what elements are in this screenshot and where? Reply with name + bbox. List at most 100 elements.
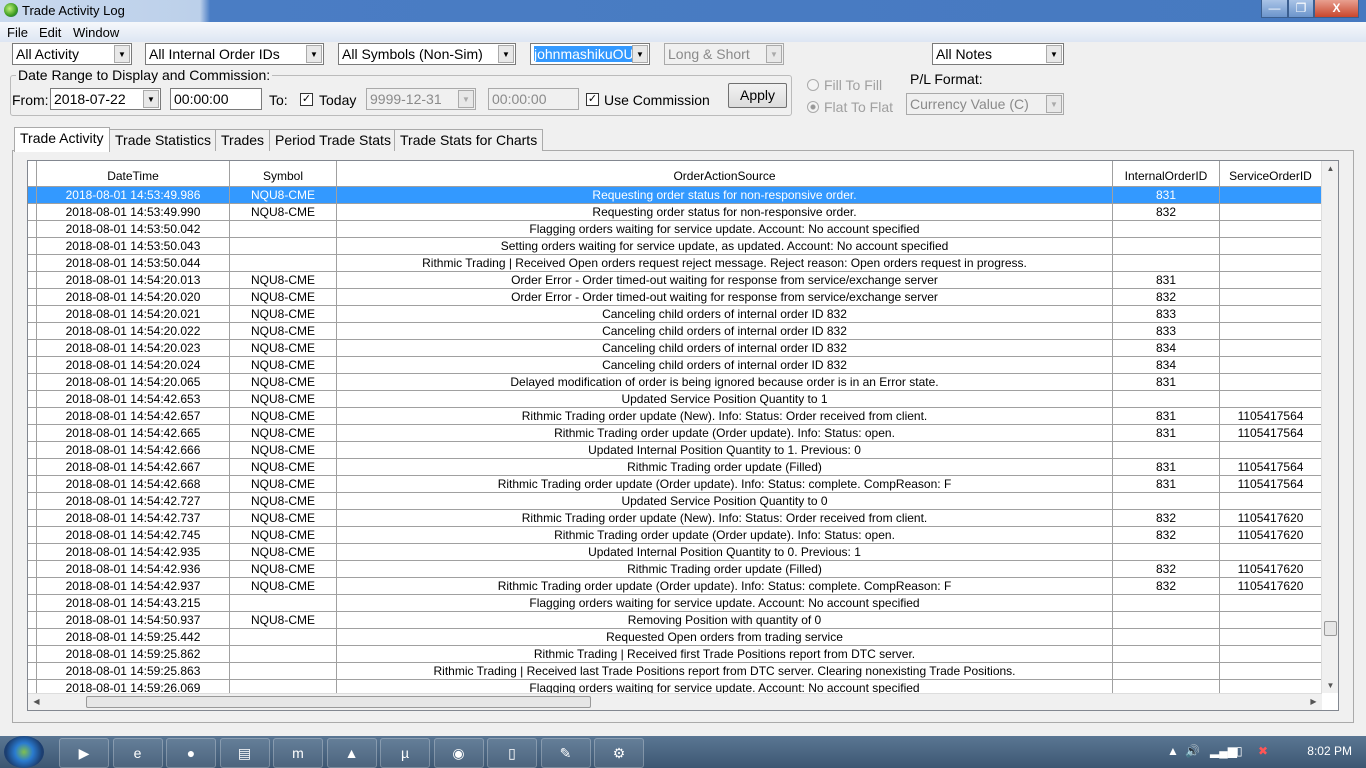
table-row[interactable]: 2018-08-01 14:54:20.024 NQU8-CME Canceling… <box>28 357 1322 374</box>
tab-trade-statistics[interactable]: Trade Statistics <box>109 129 217 151</box>
table-row[interactable]: 2018-08-01 14:54:20.013 NQU8-CME Order Err… <box>28 272 1322 289</box>
table-row[interactable]: 2018-08-01 14:53:50.043 Setting orders wa… <box>28 238 1322 255</box>
row-header[interactable] <box>28 408 37 425</box>
row-header[interactable] <box>28 459 37 476</box>
table-row[interactable]: 2018-08-01 14:59:25.862 Rithmic Trading |… <box>28 646 1322 663</box>
volume-icon[interactable]: 🔊 <box>1185 744 1200 758</box>
vertical-scrollbar[interactable]: ▲ ▼ <box>1321 161 1338 693</box>
tab-trades[interactable]: Trades <box>215 129 271 151</box>
clock[interactable]: 8:02 PM <box>1307 744 1352 758</box>
show-hidden-icons-icon[interactable]: ▲ <box>1167 744 1179 758</box>
table-row[interactable]: 2018-08-01 14:54:42.935 NQU8-CME Updated I… <box>28 544 1322 561</box>
row-header[interactable] <box>28 629 37 646</box>
row-header[interactable] <box>28 527 37 544</box>
fill-to-fill-radio[interactable] <box>807 79 819 91</box>
taskbar-vlc-icon[interactable]: ▲ <box>326 738 377 768</box>
table-row[interactable]: 2018-08-01 14:54:42.727 NQU8-CME Updated S… <box>28 493 1322 510</box>
start-button[interactable] <box>4 736 44 768</box>
flat-to-flat-radio[interactable] <box>807 101 819 113</box>
table-row[interactable]: 2018-08-01 14:54:43.215 Flagging orders w… <box>28 595 1322 612</box>
column-header-order-action-source[interactable]: OrderActionSource <box>337 161 1113 187</box>
taskbar-sierra-chart-icon[interactable]: ● <box>166 738 216 768</box>
column-header-internal-order-id[interactable]: InternalOrderID <box>1113 161 1220 187</box>
row-header[interactable] <box>28 510 37 527</box>
row-header[interactable] <box>28 476 37 493</box>
minimize-button[interactable]: — <box>1261 0 1288 18</box>
row-header[interactable] <box>28 391 37 408</box>
taskbar-notepad-icon[interactable]: ▯ <box>487 738 537 768</box>
table-row[interactable]: 2018-08-01 14:54:42.665 NQU8-CME Rithmic T… <box>28 425 1322 442</box>
table-row[interactable]: 2018-08-01 14:54:42.737 NQU8-CME Rithmic T… <box>28 510 1322 527</box>
symbol-filter-select[interactable]: All Symbols (Non-Sim) ▼ <box>338 43 516 65</box>
table-row[interactable]: 2018-08-01 14:54:20.023 NQU8-CME Canceling… <box>28 340 1322 357</box>
side-filter-select[interactable]: Long & Short ▼ <box>664 43 784 65</box>
menu-window[interactable]: Window <box>73 25 119 40</box>
row-header[interactable] <box>28 442 37 459</box>
table-row[interactable]: 2018-08-01 14:59:25.863 Rithmic Trading |… <box>28 663 1322 680</box>
taskbar-chrome-icon[interactable]: ◉ <box>433 738 484 768</box>
vertical-scroll-thumb[interactable] <box>1324 621 1337 636</box>
row-header[interactable] <box>28 187 37 204</box>
table-row[interactable]: 2018-08-01 14:54:42.668 NQU8-CME Rithmic T… <box>28 476 1322 493</box>
apply-button[interactable]: Apply <box>728 83 787 108</box>
row-header[interactable] <box>28 221 37 238</box>
row-header[interactable] <box>28 612 37 629</box>
table-row[interactable]: 2018-08-01 14:54:20.021 NQU8-CME Canceling… <box>28 306 1322 323</box>
power-icon[interactable]: ▯ <box>1236 744 1243 758</box>
row-header[interactable] <box>28 238 37 255</box>
table-row[interactable]: 2018-08-01 14:54:20.020 NQU8-CME Order Err… <box>28 289 1322 306</box>
table-row[interactable]: 2018-08-01 14:54:42.667 NQU8-CME Rithmic T… <box>28 459 1322 476</box>
row-header[interactable] <box>28 544 37 561</box>
taskbar-maxthon-icon[interactable]: m <box>273 738 323 768</box>
tab-trade-activity[interactable]: Trade Activity <box>14 127 110 152</box>
tab-period-trade-stats[interactable]: Period Trade Stats <box>269 129 397 151</box>
column-header-datetime[interactable]: DateTime <box>37 161 230 187</box>
scroll-up-icon[interactable]: ▲ <box>1322 164 1338 173</box>
row-header[interactable] <box>28 204 37 221</box>
order-id-filter-select[interactable]: All Internal Order IDs ▼ <box>145 43 324 65</box>
row-header[interactable] <box>28 663 37 680</box>
taskbar-utorrent-icon[interactable]: µ <box>380 738 430 768</box>
table-row[interactable]: 2018-08-01 14:54:42.653 NQU8-CME Updated S… <box>28 391 1322 408</box>
scroll-down-icon[interactable]: ▼ <box>1322 681 1338 690</box>
menu-file[interactable]: File <box>7 25 28 40</box>
row-header[interactable] <box>28 323 37 340</box>
row-header[interactable] <box>28 306 37 323</box>
taskbar-paint-icon[interactable]: ✎ <box>540 738 591 768</box>
menu-edit[interactable]: Edit <box>39 25 61 40</box>
table-row[interactable]: 2018-08-01 14:53:49.990 NQU8-CME Requestin… <box>28 204 1322 221</box>
to-date-picker[interactable]: 9999-12-31 ▼ <box>366 88 476 110</box>
row-header[interactable] <box>28 255 37 272</box>
horizontal-scrollbar[interactable]: ◀ ▶ <box>28 693 1322 710</box>
taskbar-tool-icon[interactable]: ⚙ <box>594 738 644 768</box>
scroll-left-icon[interactable]: ◀ <box>28 697 45 706</box>
horizontal-scroll-thumb[interactable] <box>86 696 591 708</box>
row-header[interactable] <box>28 578 37 595</box>
table-row[interactable]: 2018-08-01 14:54:42.936 NQU8-CME Rithmic T… <box>28 561 1322 578</box>
use-commission-checkbox[interactable]: ✓ <box>586 93 599 106</box>
row-header[interactable] <box>28 272 37 289</box>
network-error-icon[interactable]: ✖ <box>1258 744 1268 758</box>
row-header[interactable] <box>28 374 37 391</box>
taskbar-internet-explorer-icon[interactable]: e <box>112 738 163 768</box>
tab-trade-stats-for-charts[interactable]: Trade Stats for Charts <box>394 129 544 151</box>
close-button[interactable]: X <box>1314 0 1359 18</box>
row-header[interactable] <box>28 425 37 442</box>
table-row[interactable]: 2018-08-01 14:54:42.657 NQU8-CME Rithmic T… <box>28 408 1322 425</box>
table-row[interactable]: 2018-08-01 14:54:20.022 NQU8-CME Canceling… <box>28 323 1322 340</box>
row-header[interactable] <box>28 646 37 663</box>
table-row[interactable]: 2018-08-01 14:54:42.937 NQU8-CME Rithmic T… <box>28 578 1322 595</box>
table-row[interactable]: 2018-08-01 14:53:49.986 NQU8-CME Requestin… <box>28 187 1322 204</box>
today-checkbox[interactable]: ✓ <box>300 93 313 106</box>
table-row[interactable]: 2018-08-01 14:53:50.044 Rithmic Trading |… <box>28 255 1322 272</box>
pl-format-select[interactable]: Currency Value (C) ▼ <box>906 93 1064 115</box>
taskbar-media-player-icon[interactable]: ▶ <box>59 738 109 768</box>
scroll-right-icon[interactable]: ▶ <box>1305 697 1322 706</box>
from-date-picker[interactable]: 2018-07-22 ▼ <box>50 88 161 110</box>
column-header-service-order-id[interactable]: ServiceOrderID <box>1220 161 1322 187</box>
taskbar-file-explorer-icon[interactable]: ▤ <box>219 738 270 768</box>
column-header-symbol[interactable]: Symbol <box>230 161 337 187</box>
table-row[interactable]: 2018-08-01 14:54:20.065 NQU8-CME Delayed m… <box>28 374 1322 391</box>
table-row[interactable]: 2018-08-01 14:54:42.666 NQU8-CME Updated I… <box>28 442 1322 459</box>
row-header[interactable] <box>28 493 37 510</box>
